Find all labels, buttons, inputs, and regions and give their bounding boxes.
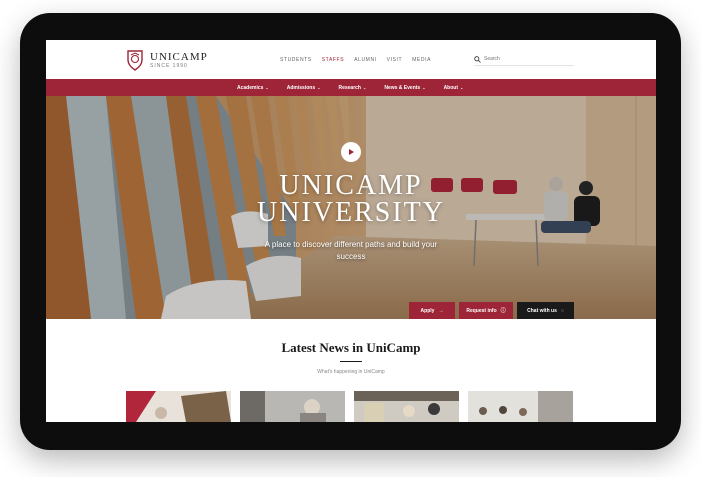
nav-item-about[interactable]: About ⌄ [444, 85, 464, 91]
nav-item-academics[interactable]: Academics ⌄ [237, 85, 269, 91]
top-link-alumni[interactable]: ALUMNI [354, 57, 377, 63]
hero-title-line1: UNICAMP [279, 170, 423, 201]
search-icon [474, 55, 481, 63]
nav-label: About [443, 84, 459, 91]
nav-item-news-events[interactable]: News & Events ⌄ [384, 85, 425, 91]
top-header: UNICAMP SINCE 1990 STUDENTS STAFFS ALUMN… [46, 40, 656, 79]
main-nav: Academics ⌄ Admissions ⌄ Research ⌄ News & … [46, 79, 656, 96]
arrow-right-icon: → [438, 307, 444, 314]
top-link-staffs[interactable]: STAFFS [322, 57, 344, 63]
info-icon: ⓘ [500, 308, 506, 314]
hero-banner: UNICAMP UNIVERSITY A place to discover d… [46, 96, 656, 319]
title-divider [340, 361, 362, 362]
news-card-image [240, 391, 345, 422]
logo-since: SINCE 1990 [150, 62, 188, 69]
logo[interactable]: UNICAMP SINCE 1990 [126, 49, 208, 71]
news-section-title: Latest News in UniCamp [281, 340, 421, 355]
nav-item-research[interactable]: Research ⌄ [338, 85, 366, 91]
news-card-image [468, 391, 573, 422]
top-link-media[interactable]: MEDIA [412, 57, 431, 63]
news-card-2[interactable] [240, 391, 345, 422]
search-box[interactable] [474, 53, 574, 66]
chevron-down-icon: ⌄ [317, 85, 321, 90]
request-info-label: Request info [466, 307, 497, 314]
chevron-down-icon: ⌄ [460, 85, 464, 90]
news-card-1[interactable] [126, 391, 231, 422]
hero-subtitle: A place to discover different paths and … [264, 240, 438, 261]
chat-button[interactable]: Chat with us ◌ [517, 302, 574, 319]
search-input[interactable] [484, 56, 564, 62]
top-link-students[interactable]: STUDENTS [280, 57, 312, 63]
news-card-4[interactable] [468, 391, 573, 422]
chat-bubble-icon: ◌ [560, 307, 564, 314]
top-link-visit[interactable]: VISIT [387, 57, 403, 63]
play-button[interactable] [341, 142, 361, 162]
chat-label: Chat with us [527, 307, 557, 314]
news-card-image [126, 391, 231, 422]
request-info-button[interactable]: Request info ⓘ [459, 302, 513, 319]
chevron-down-icon: ⌄ [362, 85, 367, 90]
nav-label: Research [338, 84, 361, 91]
crest-icon [127, 50, 143, 71]
news-section-subtitle: What's happening in UniCamp [317, 369, 385, 375]
nav-item-admissions[interactable]: Admissions ⌄ [287, 85, 321, 91]
logo-name: UNICAMP [150, 50, 208, 63]
chevron-down-icon: ⌄ [265, 85, 269, 90]
play-icon [349, 149, 354, 155]
apply-label: Apply [420, 307, 435, 314]
news-card-image [354, 391, 459, 422]
apply-button[interactable]: Apply → [409, 302, 455, 319]
nav-label: Admissions [286, 84, 316, 91]
hero-title-line2: UNIVERSITY [257, 197, 445, 228]
chevron-down-icon: ⌄ [422, 85, 426, 90]
browser-screen: UNICAMP SINCE 1990 STUDENTS STAFFS ALUMN… [46, 40, 656, 422]
news-card-3[interactable] [354, 391, 459, 422]
nav-label: Academics [237, 84, 264, 91]
top-links: STUDENTS STAFFS ALUMNI VISIT MEDIA [280, 57, 431, 63]
nav-label: News & Events [384, 84, 421, 91]
